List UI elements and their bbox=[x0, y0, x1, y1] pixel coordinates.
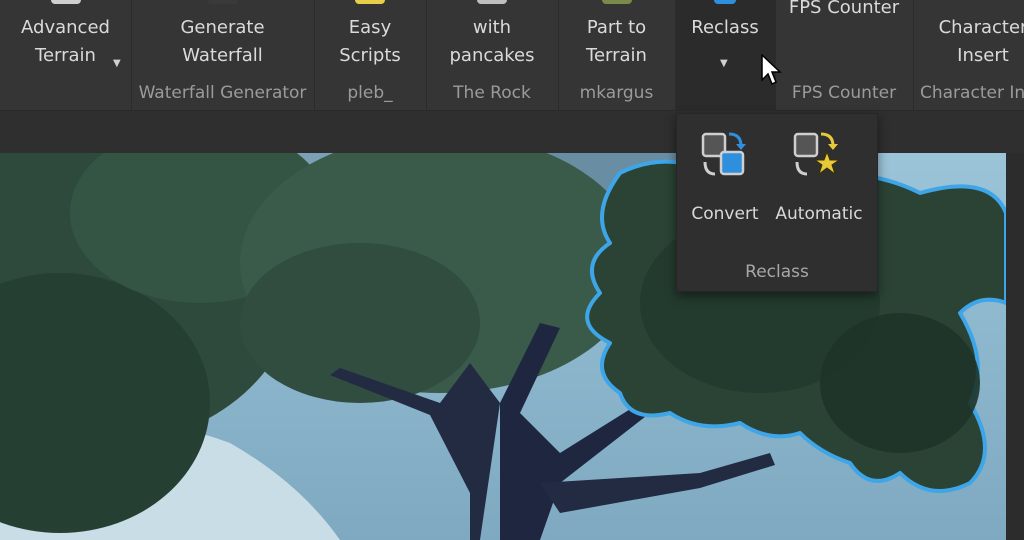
plugin-ribbon: Advanced Terrain ▼ Generate Waterfall Wa… bbox=[0, 0, 1024, 111]
easy-scripts-button[interactable]: Easy Scripts bbox=[314, 14, 426, 70]
plugin-group-fps-counter: FPS Counter FPS Counter bbox=[775, 0, 914, 110]
pancakes-icon bbox=[477, 0, 507, 4]
plugin-group-waterfall: Generate Waterfall Waterfall Generator bbox=[131, 0, 315, 110]
part-to-terrain-button[interactable]: Part to Terrain bbox=[558, 14, 675, 70]
plugin-group-easy-scripts: Easy Scripts pleb_ bbox=[314, 0, 427, 110]
generate-waterfall-button[interactable]: Generate Waterfall bbox=[131, 14, 314, 70]
group-label-pleb: pleb_ bbox=[347, 83, 393, 103]
automatic-icon bbox=[793, 132, 841, 176]
convert-button[interactable]: Convert bbox=[677, 126, 773, 236]
automatic-label: Automatic bbox=[775, 204, 863, 224]
group-label-waterfall-generator: Waterfall Generator bbox=[138, 83, 307, 103]
reclass-icon bbox=[714, 0, 736, 4]
convert-icon bbox=[701, 132, 746, 176]
script-icon bbox=[355, 0, 385, 4]
group-label-character-insert: Character Insert bbox=[920, 83, 1024, 103]
terrain-icon bbox=[50, 0, 81, 4]
waterfall-icon bbox=[207, 0, 238, 4]
with-pancakes-button[interactable]: with pancakes bbox=[426, 14, 558, 70]
plugin-group-part-to-terrain: Part to Terrain mkargus bbox=[558, 0, 676, 110]
viewport-scrollbar[interactable] bbox=[1006, 153, 1024, 540]
group-label-fps-counter: FPS Counter bbox=[791, 83, 897, 103]
chevron-down-icon[interactable]: ▼ bbox=[720, 58, 728, 69]
mouse-cursor-icon bbox=[761, 54, 782, 86]
plugin-group-character-insert: Character Insert Character Insert bbox=[913, 0, 1024, 110]
automatic-button[interactable]: Automatic bbox=[771, 126, 867, 236]
group-label-the-rock: The Rock bbox=[453, 83, 531, 103]
reclass-button[interactable]: Reclass bbox=[675, 14, 775, 42]
fps-counter-button[interactable]: FPS Counter bbox=[775, 0, 913, 22]
dropdown-group-label: Reclass bbox=[745, 262, 809, 282]
plugin-group-the-rock: with pancakes The Rock bbox=[426, 0, 559, 110]
plugin-group-advanced-terrain: Advanced Terrain ▼ bbox=[0, 0, 132, 110]
chevron-down-icon[interactable]: ▼ bbox=[113, 58, 121, 69]
reclass-dropdown-menu: Convert Automatic Reclass bbox=[676, 113, 878, 292]
advanced-terrain-button[interactable]: Advanced Terrain bbox=[0, 14, 131, 70]
convert-label: Convert bbox=[691, 204, 759, 224]
character-insert-button[interactable]: Character Insert bbox=[913, 14, 1024, 70]
group-label-mkargus: mkargus bbox=[579, 83, 654, 103]
part-to-terrain-icon bbox=[601, 0, 632, 4]
